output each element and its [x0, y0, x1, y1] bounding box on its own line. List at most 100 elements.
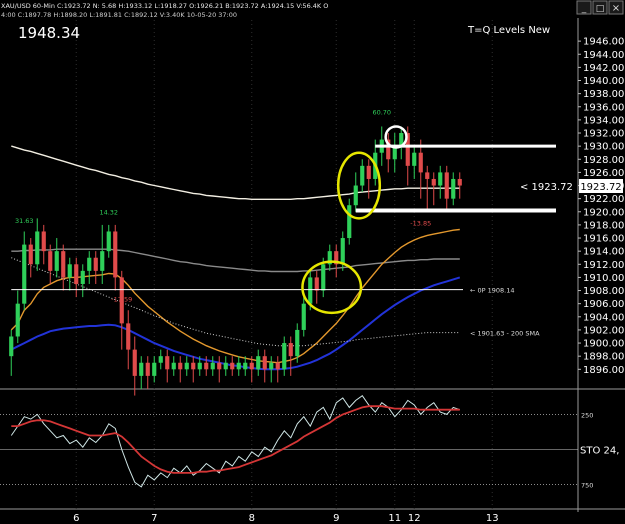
candle-body [74, 264, 79, 284]
candle-body [457, 178, 462, 186]
oscillator-panel: 250 750 STO 24, [0, 394, 619, 490]
candle-body [35, 231, 40, 265]
candle-body [321, 264, 326, 291]
candle-body [438, 172, 443, 186]
x-tick-label: 8 [249, 513, 255, 524]
candle-body [269, 362, 274, 370]
candle-body [67, 264, 72, 278]
candle-body [165, 356, 170, 370]
candle-body [295, 329, 300, 357]
header-line2: 4:00 C:1897.78 H:1898.20 L:1891.81 C:189… [1, 11, 237, 19]
candle-body [425, 172, 430, 179]
moving-average-line [11, 248, 460, 273]
candle-body [61, 251, 66, 278]
x-tick-label: 13 [486, 513, 499, 524]
candle-body [314, 277, 319, 291]
candle-body [412, 152, 417, 166]
candle-body [132, 349, 137, 376]
x-tick-label: 7 [151, 513, 157, 524]
candle-body [106, 231, 111, 252]
oscillator-d-line [11, 405, 460, 474]
oscillator-label: STO 24, [580, 446, 619, 457]
candle-body [366, 165, 371, 179]
y-tick-label: 1944.00 [583, 50, 624, 61]
price-axis: 1946.00 1944.00 1942.00 1940.00 1938.00 1936.… [578, 37, 624, 376]
current-price-label: < 1923.72 [520, 182, 573, 193]
candle-body [158, 356, 163, 363]
y-tick-label: 1936.00 [583, 102, 624, 113]
y-tick-label: 1946.00 [583, 37, 624, 48]
swing-annotation: 31.63 [15, 217, 34, 225]
y-tick-label: 1938.00 [583, 89, 624, 100]
x-tick-label: 11 [388, 513, 401, 524]
x-tick-label: 9 [333, 513, 339, 524]
candle-body [431, 178, 436, 186]
y-tick-label: 1940.00 [583, 76, 624, 87]
candle-body [444, 172, 449, 199]
y-tick-label: 1932.00 [583, 129, 624, 140]
candle-body [256, 356, 261, 370]
candle-body [243, 362, 248, 370]
right-label: < 1901.63 - 200 SMA [470, 329, 540, 337]
candle-body [48, 251, 53, 271]
candle-body [87, 257, 92, 271]
minimize-icon: _ [581, 4, 587, 14]
candle-body [41, 231, 46, 252]
candle-body [204, 362, 209, 370]
swing-annotation: 14.32 [99, 208, 118, 216]
candle-body [126, 323, 131, 350]
y-tick-label: 1912.00 [583, 260, 624, 271]
candle-body [262, 356, 267, 370]
candle-body [197, 362, 202, 370]
header-line1: XAU/USD 60-Min C:1923.72 N: 5.68 H:1933.… [1, 2, 328, 10]
x-tick-label: 12 [408, 513, 421, 524]
oscillator-tick-label: 250 [581, 411, 593, 419]
candle-body [282, 343, 287, 370]
last-price-big: 1948.34 [18, 24, 80, 42]
y-tick-label: 1910.00 [583, 273, 624, 284]
candle-body [249, 362, 254, 370]
candle-body [9, 336, 14, 357]
sma-200-dotted-line [11, 257, 460, 347]
candle-body [353, 185, 358, 206]
candle-body [80, 270, 85, 284]
candle-body [418, 152, 423, 173]
candle-body [451, 178, 456, 199]
candle-body [210, 362, 215, 370]
candle-body [308, 277, 313, 304]
candle-body [360, 165, 365, 186]
y-tick-label: 1906.00 [583, 299, 624, 310]
moving-average-line [11, 145, 460, 200]
candle-body [54, 251, 59, 271]
candle-body [301, 303, 306, 330]
y-tick-label: 1918.00 [583, 220, 624, 231]
y-tick-label: 1922.00 [583, 194, 624, 205]
candle-body [230, 362, 235, 370]
candle-body [100, 251, 105, 271]
candle-body [288, 343, 293, 357]
candle-body [217, 362, 222, 370]
candle-body [347, 205, 352, 239]
candle-body [28, 244, 33, 265]
moving-averages [10, 145, 461, 371]
y-tick-label: 1928.00 [583, 155, 624, 166]
y-tick-label: 1926.00 [583, 168, 624, 179]
close-icon: × [612, 3, 620, 14]
study-title: T=Q Levels New [467, 25, 550, 36]
y-tick-label: 1908.00 [583, 286, 624, 297]
oscillator-tick-label: 750 [581, 482, 593, 490]
oscillator-k-line [10, 394, 460, 488]
candle-body [93, 257, 98, 271]
candle-body [22, 244, 27, 304]
candle-body [340, 238, 345, 265]
y-tick-label: 1930.00 [583, 142, 624, 153]
chart-svg: 31.63 14.32 -17.59 60.70 -13.85 ← 0P 1908.14 <… [0, 0, 625, 524]
y-tick-label: 1916.00 [583, 234, 624, 245]
window-controls: _ □ × [576, 0, 624, 15]
swing-annotation: 60.70 [372, 109, 391, 117]
swing-annotation: -17.59 [111, 296, 132, 304]
swing-annotation: -13.85 [410, 220, 431, 228]
candle-body [178, 362, 183, 370]
candle-body [223, 362, 228, 370]
candle-body [113, 231, 118, 278]
